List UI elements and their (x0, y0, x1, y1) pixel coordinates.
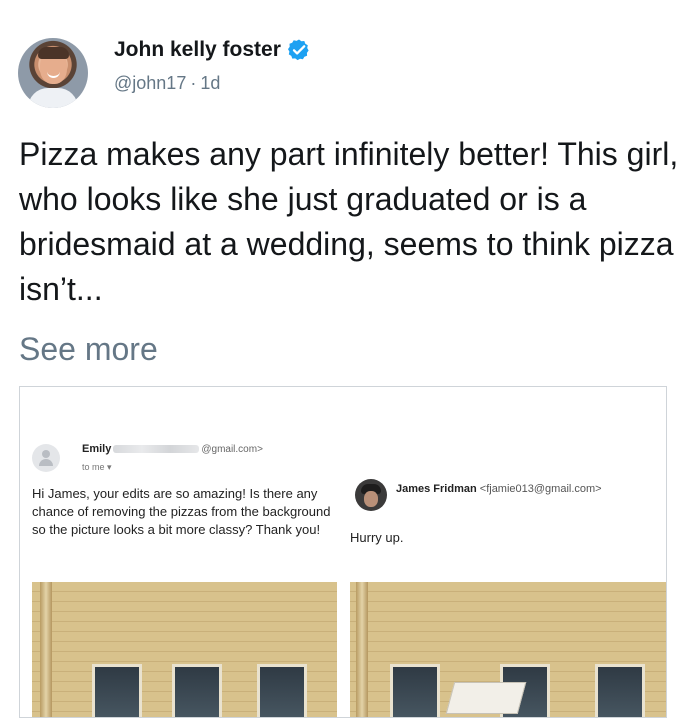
handle[interactable]: @john17 (114, 73, 186, 94)
window-left-1 (92, 664, 142, 717)
james-sender-line: James Fridman <fjamie013@gmail.com> (396, 483, 602, 495)
verified-badge-icon (287, 39, 309, 61)
email-body-left: Hi James, your edits are so amazing! Is … (32, 486, 331, 537)
sender-line: Emily @gmail.com> (82, 443, 263, 455)
james-avatar (355, 479, 387, 511)
avatar-shirt (28, 88, 78, 108)
edited-photo-left (32, 582, 337, 717)
email-body-right: Hurry up. (350, 530, 404, 545)
tweet-media[interactable]: Emily @gmail.com> to me ▾ Hi James, your… (19, 386, 667, 718)
window-left-2 (172, 664, 222, 717)
redacted-email (113, 445, 200, 453)
sender-avatar-icon (32, 444, 60, 472)
display-name[interactable]: John kelly foster (114, 38, 281, 62)
sender-email-suffix: @gmail.com> (201, 443, 263, 455)
avatar-hair (38, 47, 69, 59)
column-right (356, 582, 368, 717)
tweet-meta: @john17 · 1d (114, 73, 220, 94)
james-sender-name: James Fridman (396, 483, 477, 495)
window-right-3 (595, 664, 645, 717)
pizza-box (445, 682, 527, 714)
james-avatar-face (364, 491, 378, 507)
window-right-1 (390, 664, 440, 717)
james-sender-email: <fjamie013@gmail.com> (479, 483, 602, 495)
tweet-text: Pizza makes any part infinitely better! … (19, 136, 679, 307)
timestamp[interactable]: 1d (200, 73, 220, 94)
edited-photo-right (350, 582, 666, 717)
sender-name: Emily (82, 443, 112, 455)
tweet-avatar[interactable] (18, 38, 88, 108)
author-name-row[interactable]: John kelly foster (114, 38, 311, 62)
meta-separator: · (190, 73, 197, 93)
column-left (40, 582, 52, 717)
recipient-label: to me ▾ (82, 462, 112, 472)
email-screenshot-left: Emily @gmail.com> to me ▾ Hi James, your… (20, 387, 350, 717)
window-left-3 (257, 664, 307, 717)
see-more-link[interactable]: See more (19, 327, 158, 372)
